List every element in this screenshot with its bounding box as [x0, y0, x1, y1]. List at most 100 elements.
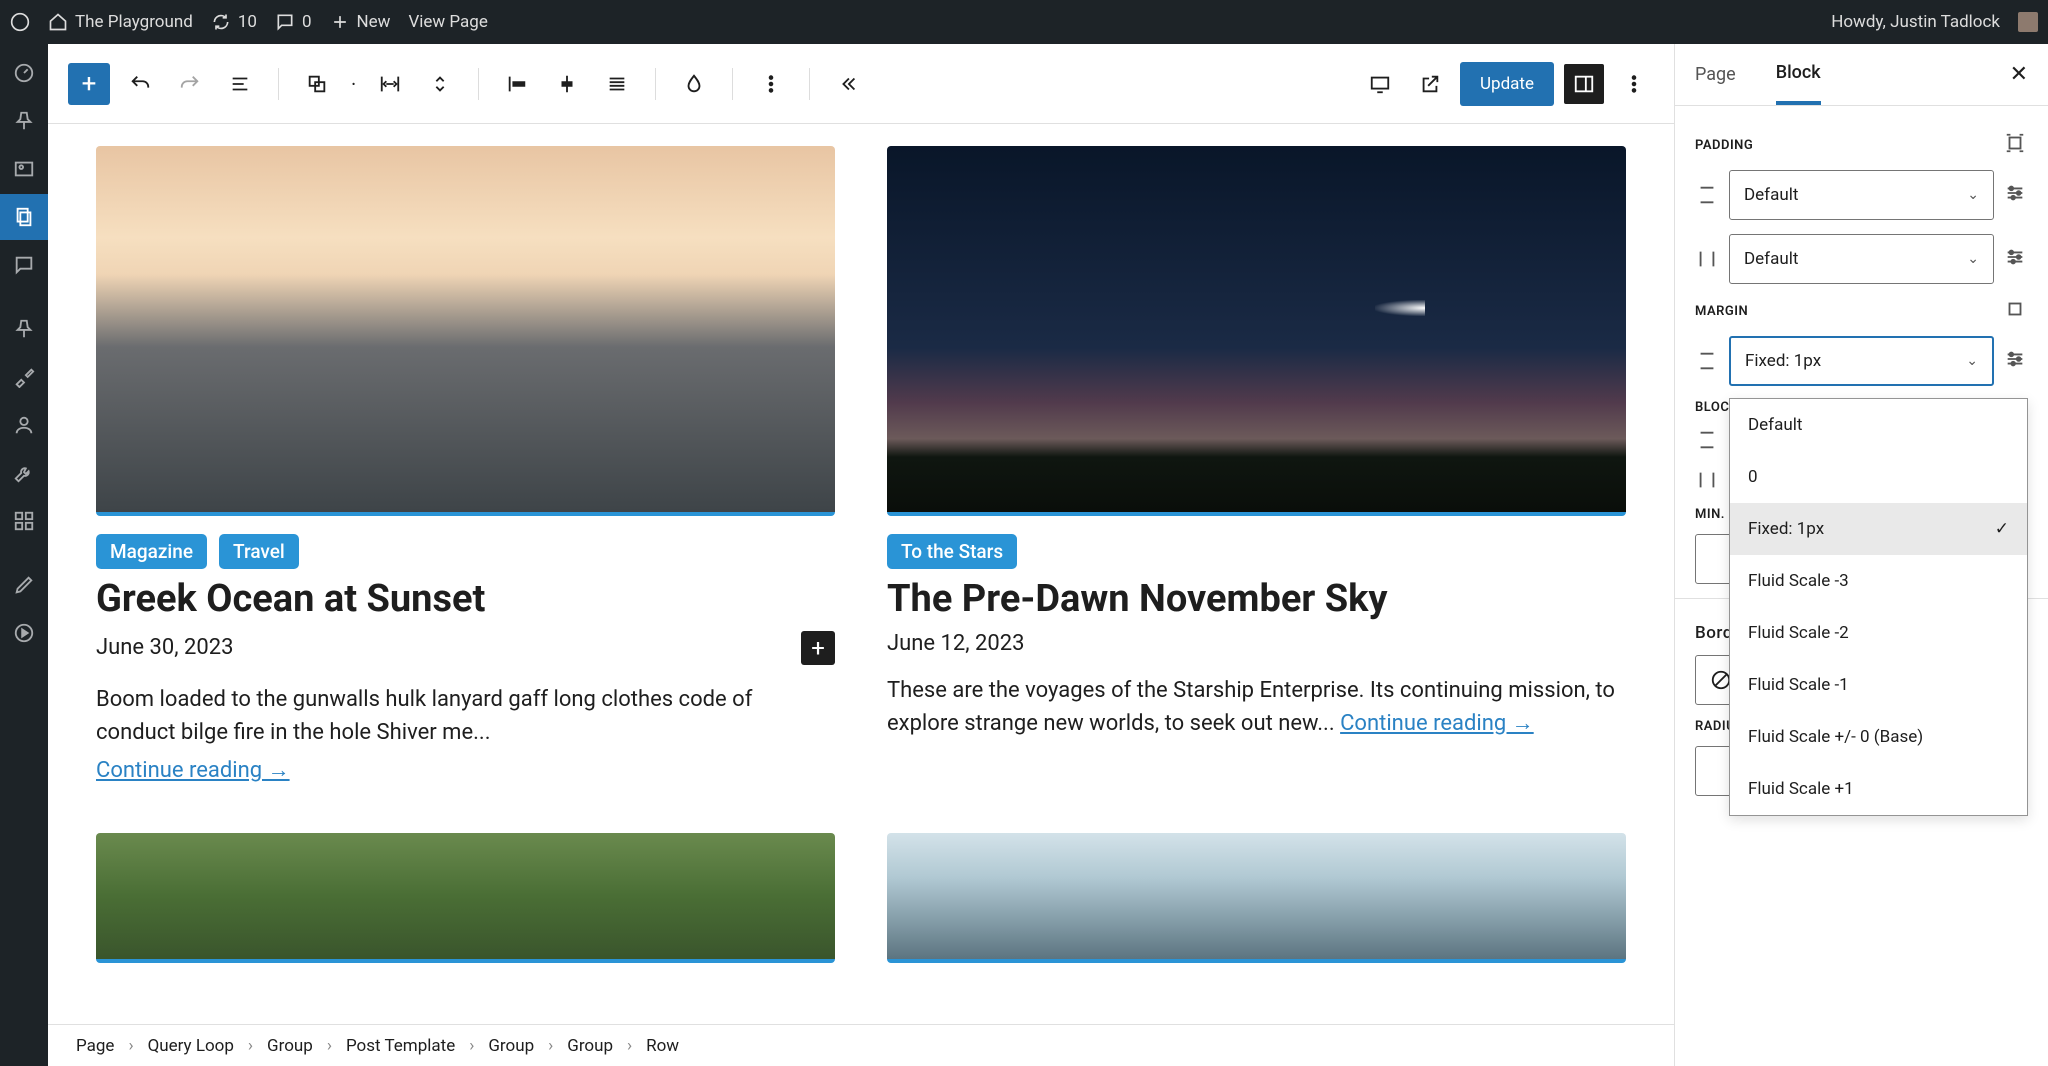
breadcrumb-item[interactable]: Group	[488, 1036, 534, 1056]
read-more-link[interactable]: Continue reading →	[96, 757, 835, 783]
breadcrumb-item[interactable]: Page	[76, 1036, 114, 1056]
add-block-button[interactable]: +	[801, 631, 835, 665]
comments-count: 0	[302, 12, 312, 32]
breadcrumb-item[interactable]: Query Loop	[148, 1036, 234, 1056]
rail-settings[interactable]	[0, 498, 48, 544]
dropdown-option[interactable]: 0	[1730, 451, 2027, 503]
breadcrumb-item[interactable]: Group	[267, 1036, 313, 1056]
sliders-icon[interactable]	[2004, 348, 2028, 374]
chevron-down-icon: ⌄	[1967, 187, 1979, 203]
dot-sep: ·	[347, 72, 360, 96]
close-icon[interactable]: ✕	[2010, 62, 2028, 87]
rail-appearance[interactable]	[0, 354, 48, 400]
tab-page[interactable]: Page	[1695, 44, 1736, 105]
admin-bar: The Playground 10 0 New View Page Howdy,…	[0, 0, 2048, 44]
margin-label: MARGIN	[1695, 304, 1748, 319]
avatar[interactable]	[2018, 12, 2038, 32]
post-title[interactable]: Greek Ocean at Sunset	[96, 579, 835, 621]
updates-link[interactable]: 10	[211, 12, 257, 32]
dropdown-option[interactable]: Fluid Scale +1	[1730, 763, 2027, 815]
collapse-icon[interactable]	[828, 64, 868, 104]
dropdown-option[interactable]: Fixed: 1px✓	[1730, 503, 2027, 555]
sliders-icon[interactable]	[2004, 246, 2028, 272]
dropdown-option[interactable]: Fluid Scale +/- 0 (Base)	[1730, 711, 2027, 763]
padding-horizontal-select[interactable]: Default⌄	[1729, 234, 1994, 284]
rail-pin2[interactable]	[0, 306, 48, 352]
read-more-link[interactable]: Continue reading →	[1340, 711, 1534, 736]
undo-button[interactable]	[120, 64, 160, 104]
post-date: June 12, 2023	[887, 631, 1025, 656]
comment-icon	[275, 12, 295, 32]
home-icon	[48, 12, 68, 32]
padding-vertical-select[interactable]: Default⌄	[1729, 170, 1994, 220]
post-excerpt[interactable]: Boom loaded to the gunwalls hulk lanyard…	[96, 683, 835, 749]
unlink-sides-icon[interactable]	[2004, 132, 2028, 158]
update-button[interactable]: Update	[1460, 62, 1554, 106]
breadcrumb-item[interactable]: Post Template	[346, 1036, 455, 1056]
category-tag[interactable]: Magazine	[96, 534, 207, 569]
dropdown-option[interactable]: Fluid Scale -3	[1730, 555, 2027, 607]
breadcrumb-sep: ›	[128, 1036, 133, 1056]
category-tag[interactable]: To the Stars	[887, 534, 1017, 569]
comments-link[interactable]: 0	[275, 12, 312, 32]
vertical-sides-icon	[1695, 429, 1719, 451]
stretch-icon[interactable]	[370, 64, 410, 104]
post-title[interactable]: The Pre-Dawn November Sky	[887, 579, 1626, 621]
rail-dashboard[interactable]	[0, 50, 48, 96]
dropdown-option[interactable]: Default	[1730, 399, 2027, 451]
align-left-icon[interactable]	[497, 64, 537, 104]
dropdown-option[interactable]: Fluid Scale -1	[1730, 659, 2027, 711]
post-image[interactable]	[96, 146, 835, 516]
vertical-sides-icon	[1695, 350, 1719, 372]
move-vert-icon[interactable]	[420, 64, 460, 104]
tab-block[interactable]: Block	[1776, 44, 1821, 105]
rail-pages[interactable]	[0, 194, 48, 240]
refresh-icon	[211, 12, 231, 32]
rail-pin[interactable]	[0, 98, 48, 144]
breadcrumb-sep: ›	[469, 1036, 474, 1056]
post-excerpt[interactable]: These are the voyages of the Starship En…	[887, 674, 1626, 740]
post-image[interactable]	[96, 833, 835, 963]
site-name: The Playground	[75, 12, 193, 32]
align-center-icon[interactable]	[547, 64, 587, 104]
copy-icon[interactable]	[297, 64, 337, 104]
device-preview[interactable]	[1360, 64, 1400, 104]
more-vert-icon[interactable]	[751, 64, 791, 104]
post-image[interactable]	[887, 833, 1626, 963]
breadcrumb-sep: ›	[327, 1036, 332, 1056]
rail-play[interactable]	[0, 610, 48, 656]
view-page-link[interactable]: View Page	[408, 12, 487, 32]
site-link[interactable]: The Playground	[48, 12, 193, 32]
redo-button[interactable]	[170, 64, 210, 104]
new-link[interactable]: New	[330, 12, 391, 32]
block-inserter[interactable]: +	[68, 63, 110, 105]
rail-media[interactable]	[0, 146, 48, 192]
settings-sidebar: Page Block ✕ PADDING Default⌄ Default⌄ M…	[1674, 44, 2048, 1066]
howdy-link[interactable]: Howdy, Justin Tadlock	[1831, 12, 2000, 32]
horizontal-sides-icon	[1695, 248, 1719, 270]
padding-label: PADDING	[1695, 138, 1753, 153]
vertical-sides-icon	[1695, 184, 1719, 206]
breadcrumb-item[interactable]: Group	[567, 1036, 613, 1056]
rail-users[interactable]	[0, 402, 48, 448]
box-icon[interactable]	[2004, 298, 2028, 324]
breadcrumb-item[interactable]: Row	[646, 1036, 679, 1056]
dropdown-option[interactable]: Fluid Scale -2	[1730, 607, 2027, 659]
wp-logo[interactable]	[10, 12, 30, 32]
plus-icon	[330, 12, 350, 32]
rail-tools[interactable]	[0, 450, 48, 496]
sliders-icon[interactable]	[2004, 182, 2028, 208]
settings-panel-toggle[interactable]	[1564, 64, 1604, 104]
margin-vertical-select[interactable]: Fixed: 1px⌄	[1729, 336, 1994, 386]
rail-comments[interactable]	[0, 242, 48, 288]
category-tag[interactable]: Travel	[219, 534, 299, 569]
document-overview[interactable]	[220, 64, 260, 104]
breadcrumb-sep: ›	[627, 1036, 632, 1056]
rail-pencil[interactable]	[0, 562, 48, 608]
post-image[interactable]	[887, 146, 1626, 516]
justify-icon[interactable]	[597, 64, 637, 104]
options-menu[interactable]	[1614, 64, 1654, 104]
external-link-icon[interactable]	[1410, 64, 1450, 104]
ink-drop-icon[interactable]	[674, 64, 714, 104]
editor-canvas[interactable]: Magazine Travel Greek Ocean at Sunset June …	[48, 124, 1674, 1024]
